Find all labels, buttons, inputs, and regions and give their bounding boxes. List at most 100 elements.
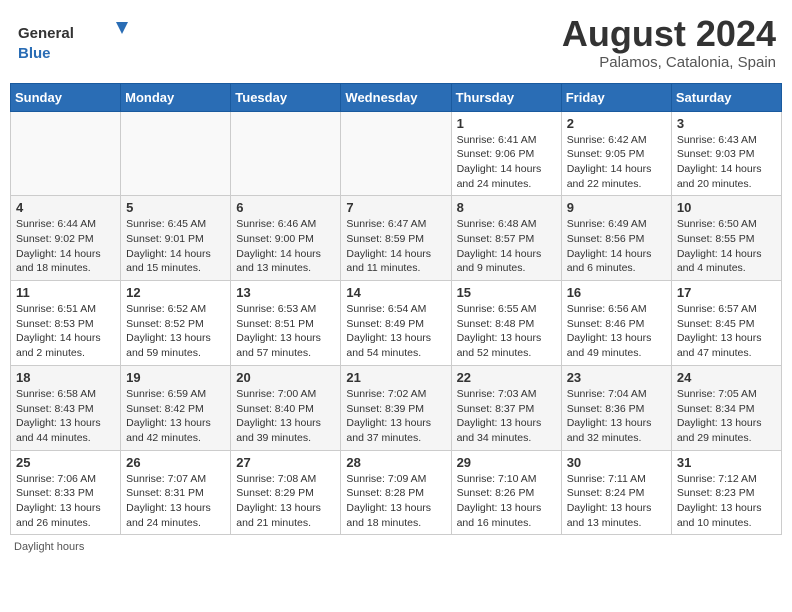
day-cell-4: 4 Sunrise: 6:44 AM Sunset: 9:02 PM Daylig… xyxy=(11,196,121,281)
daylight-label: Daylight hours xyxy=(14,541,84,553)
day-cell-6: 6 Sunrise: 6:46 AM Sunset: 9:00 PM Daylig… xyxy=(231,196,341,281)
day-number: 14 xyxy=(346,285,445,300)
day-info: Sunrise: 7:03 AM Sunset: 8:37 PM Dayligh… xyxy=(457,387,556,446)
day-number: 16 xyxy=(567,285,666,300)
empty-cell xyxy=(11,111,121,196)
day-cell-7: 7 Sunrise: 6:47 AM Sunset: 8:59 PM Daylig… xyxy=(341,196,451,281)
day-info: Sunrise: 6:59 AM Sunset: 8:42 PM Dayligh… xyxy=(126,387,225,446)
empty-cell xyxy=(121,111,231,196)
day-header-thursday: Thursday xyxy=(451,83,561,111)
day-info: Sunrise: 6:46 AM Sunset: 9:00 PM Dayligh… xyxy=(236,217,335,276)
day-info: Sunrise: 6:55 AM Sunset: 8:48 PM Dayligh… xyxy=(457,302,556,361)
day-info: Sunrise: 7:09 AM Sunset: 8:28 PM Dayligh… xyxy=(346,472,445,531)
logo: General Blue xyxy=(16,14,136,68)
day-number: 29 xyxy=(457,455,556,470)
svg-text:Blue: Blue xyxy=(18,45,51,62)
day-info: Sunrise: 6:51 AM Sunset: 8:53 PM Dayligh… xyxy=(16,302,115,361)
day-info: Sunrise: 6:41 AM Sunset: 9:06 PM Dayligh… xyxy=(457,133,556,192)
day-number: 15 xyxy=(457,285,556,300)
header: General Blue August 2024 Palamos, Catalo… xyxy=(10,10,782,75)
day-number: 3 xyxy=(677,116,776,131)
day-info: Sunrise: 6:47 AM Sunset: 8:59 PM Dayligh… xyxy=(346,217,445,276)
day-number: 12 xyxy=(126,285,225,300)
day-info: Sunrise: 6:45 AM Sunset: 9:01 PM Dayligh… xyxy=(126,217,225,276)
day-cell-11: 11 Sunrise: 6:51 AM Sunset: 8:53 PM Dayli… xyxy=(11,281,121,366)
day-cell-3: 3 Sunrise: 6:43 AM Sunset: 9:03 PM Daylig… xyxy=(671,111,781,196)
day-info: Sunrise: 7:00 AM Sunset: 8:40 PM Dayligh… xyxy=(236,387,335,446)
empty-cell xyxy=(231,111,341,196)
day-header-tuesday: Tuesday xyxy=(231,83,341,111)
day-header-friday: Friday xyxy=(561,83,671,111)
day-info: Sunrise: 6:43 AM Sunset: 9:03 PM Dayligh… xyxy=(677,133,776,192)
day-cell-20: 20 Sunrise: 7:00 AM Sunset: 8:40 PM Dayli… xyxy=(231,365,341,450)
day-cell-26: 26 Sunrise: 7:07 AM Sunset: 8:31 PM Dayli… xyxy=(121,450,231,535)
day-info: Sunrise: 6:54 AM Sunset: 8:49 PM Dayligh… xyxy=(346,302,445,361)
month-year: August 2024 xyxy=(562,14,776,54)
week-row-1: 1 Sunrise: 6:41 AM Sunset: 9:06 PM Daylig… xyxy=(11,111,782,196)
day-info: Sunrise: 7:12 AM Sunset: 8:23 PM Dayligh… xyxy=(677,472,776,531)
day-cell-19: 19 Sunrise: 6:59 AM Sunset: 8:42 PM Dayli… xyxy=(121,365,231,450)
day-number: 6 xyxy=(236,200,335,215)
day-info: Sunrise: 6:49 AM Sunset: 8:56 PM Dayligh… xyxy=(567,217,666,276)
day-number: 25 xyxy=(16,455,115,470)
logo-svg: General Blue xyxy=(16,18,136,68)
day-number: 24 xyxy=(677,370,776,385)
day-cell-8: 8Sunrise: 6:48 AM Sunset: 8:57 PM Daylig… xyxy=(451,196,561,281)
day-header-saturday: Saturday xyxy=(671,83,781,111)
empty-cell xyxy=(341,111,451,196)
day-info: Sunrise: 7:11 AM Sunset: 8:24 PM Dayligh… xyxy=(567,472,666,531)
day-cell-15: 15 Sunrise: 6:55 AM Sunset: 8:48 PM Dayli… xyxy=(451,281,561,366)
day-cell-10: 10Sunrise: 6:50 AM Sunset: 8:55 PM Dayli… xyxy=(671,196,781,281)
day-cell-16: 16 Sunrise: 6:56 AM Sunset: 8:46 PM Dayli… xyxy=(561,281,671,366)
day-cell-18: 18 Sunrise: 6:58 AM Sunset: 8:43 PM Dayli… xyxy=(11,365,121,450)
day-cell-22: 22 Sunrise: 7:03 AM Sunset: 8:37 PM Dayli… xyxy=(451,365,561,450)
day-number: 26 xyxy=(126,455,225,470)
day-cell-14: 14 Sunrise: 6:54 AM Sunset: 8:49 PM Dayli… xyxy=(341,281,451,366)
day-info: Sunrise: 7:07 AM Sunset: 8:31 PM Dayligh… xyxy=(126,472,225,531)
title-area: August 2024 Palamos, Catalonia, Spain xyxy=(562,14,776,71)
day-cell-31: 31Sunrise: 7:12 AM Sunset: 8:23 PM Dayli… xyxy=(671,450,781,535)
day-number: 1 xyxy=(457,116,556,131)
day-header-sunday: Sunday xyxy=(11,83,121,111)
day-info: Sunrise: 7:05 AM Sunset: 8:34 PM Dayligh… xyxy=(677,387,776,446)
day-number: 2 xyxy=(567,116,666,131)
day-number: 19 xyxy=(126,370,225,385)
day-info: Sunrise: 6:52 AM Sunset: 8:52 PM Dayligh… xyxy=(126,302,225,361)
day-info: Sunrise: 6:44 AM Sunset: 9:02 PM Dayligh… xyxy=(16,217,115,276)
day-number: 18 xyxy=(16,370,115,385)
day-cell-28: 28 Sunrise: 7:09 AM Sunset: 8:28 PM Dayli… xyxy=(341,450,451,535)
day-cell-17: 17Sunrise: 6:57 AM Sunset: 8:45 PM Dayli… xyxy=(671,281,781,366)
day-cell-21: 21Sunrise: 7:02 AM Sunset: 8:39 PM Dayli… xyxy=(341,365,451,450)
day-info: Sunrise: 7:08 AM Sunset: 8:29 PM Dayligh… xyxy=(236,472,335,531)
day-header-monday: Monday xyxy=(121,83,231,111)
calendar-table: SundayMondayTuesdayWednesdayThursdayFrid… xyxy=(10,83,782,536)
day-info: Sunrise: 6:56 AM Sunset: 8:46 PM Dayligh… xyxy=(567,302,666,361)
day-number: 28 xyxy=(346,455,445,470)
day-info: Sunrise: 6:53 AM Sunset: 8:51 PM Dayligh… xyxy=(236,302,335,361)
day-info: Sunrise: 6:42 AM Sunset: 9:05 PM Dayligh… xyxy=(567,133,666,192)
day-number: 17 xyxy=(677,285,776,300)
day-number: 20 xyxy=(236,370,335,385)
day-number: 23 xyxy=(567,370,666,385)
day-number: 11 xyxy=(16,285,115,300)
day-number: 5 xyxy=(126,200,225,215)
week-row-3: 11 Sunrise: 6:51 AM Sunset: 8:53 PM Dayli… xyxy=(11,281,782,366)
day-number: 7 xyxy=(346,200,445,215)
day-cell-12: 12 Sunrise: 6:52 AM Sunset: 8:52 PM Dayli… xyxy=(121,281,231,366)
day-number: 4 xyxy=(16,200,115,215)
footer-note: Daylight hours xyxy=(10,541,782,553)
day-number: 10 xyxy=(677,200,776,215)
days-header-row: SundayMondayTuesdayWednesdayThursdayFrid… xyxy=(11,83,782,111)
day-cell-9: 9 Sunrise: 6:49 AM Sunset: 8:56 PM Daylig… xyxy=(561,196,671,281)
day-number: 9 xyxy=(567,200,666,215)
day-cell-1: 1 Sunrise: 6:41 AM Sunset: 9:06 PM Daylig… xyxy=(451,111,561,196)
week-row-2: 4 Sunrise: 6:44 AM Sunset: 9:02 PM Daylig… xyxy=(11,196,782,281)
day-header-wednesday: Wednesday xyxy=(341,83,451,111)
day-info: Sunrise: 6:58 AM Sunset: 8:43 PM Dayligh… xyxy=(16,387,115,446)
day-cell-24: 24 Sunrise: 7:05 AM Sunset: 8:34 PM Dayli… xyxy=(671,365,781,450)
week-row-4: 18 Sunrise: 6:58 AM Sunset: 8:43 PM Dayli… xyxy=(11,365,782,450)
day-number: 22 xyxy=(457,370,556,385)
day-info: Sunrise: 7:02 AM Sunset: 8:39 PM Dayligh… xyxy=(346,387,445,446)
day-cell-23: 23Sunrise: 7:04 AM Sunset: 8:36 PM Dayli… xyxy=(561,365,671,450)
day-number: 27 xyxy=(236,455,335,470)
